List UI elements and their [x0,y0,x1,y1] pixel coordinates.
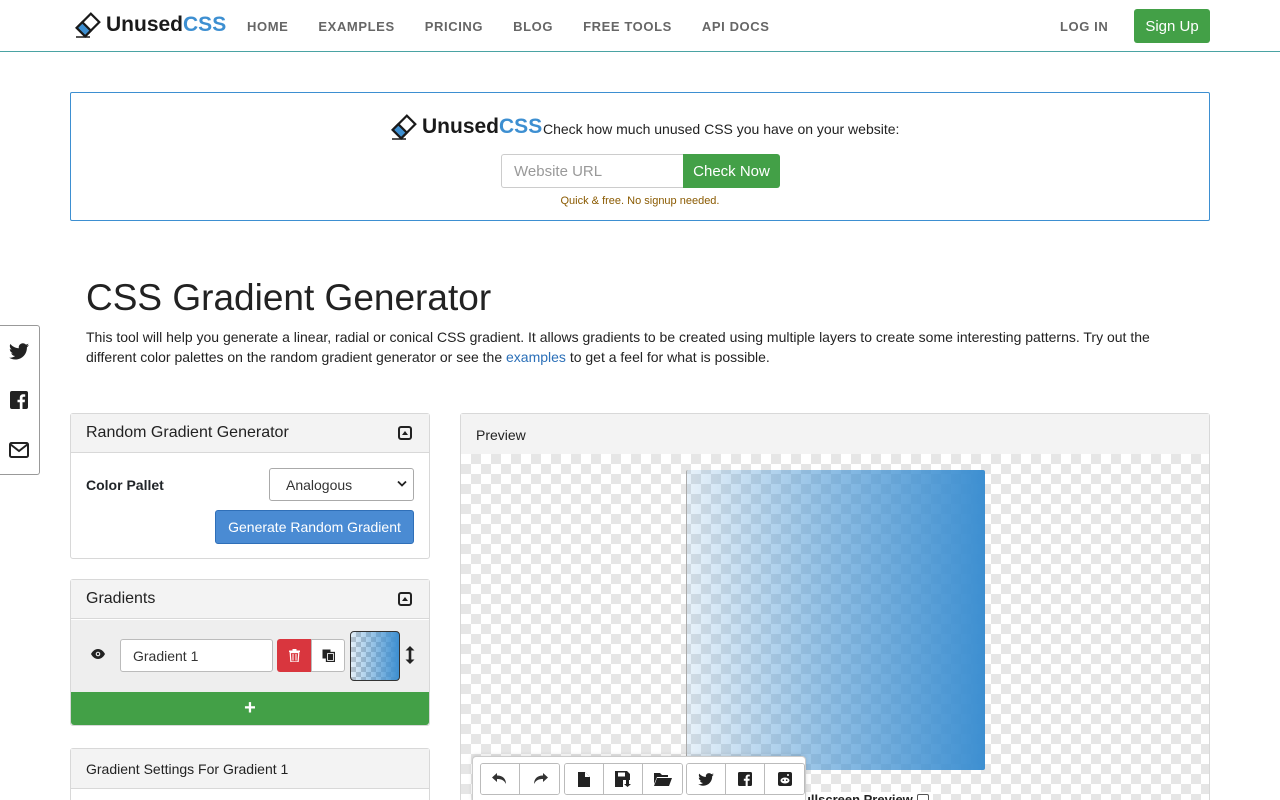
intro-paragraph: This tool will help you generate a linea… [86,327,1196,367]
website-url-input[interactable] [501,154,683,188]
reddit-icon [777,772,792,786]
color-pallet-label: Color Pallet [86,477,164,493]
check-now-button[interactable]: Check Now [683,154,780,188]
file-button-group [564,763,683,795]
logo-text-css: CSS [183,13,227,36]
eraser-logo-icon [75,12,101,38]
share-button-group [686,763,805,795]
random-gradient-card: Random Gradient Generator Color Pallet A… [70,413,430,559]
trash-icon [288,649,300,662]
gradient-preview [686,470,985,770]
save-button[interactable] [604,764,643,794]
gradient-settings-card: Gradient Settings For Gradient 1 [70,748,430,800]
nav-link-api-docs[interactable]: API DOCS [702,19,770,34]
promo-logo[interactable]: Unused CSS [390,113,542,141]
card-header: Gradients [71,580,429,619]
card-title: Gradient Settings For Gradient 1 [86,761,289,777]
redo-icon [533,773,548,784]
card-title: Gradients [86,590,156,607]
new-file-icon [578,771,590,787]
twitter-icon[interactable] [9,341,29,361]
login-link[interactable]: LOG IN [1060,19,1108,34]
logo-text-css: CSS [499,115,543,138]
history-button-group [480,763,560,795]
nav-link-free-tools[interactable]: FREE TOOLS [583,19,672,34]
share-twitter-button[interactable] [687,764,726,794]
facebook-icon [738,772,752,786]
promo-note: Quick & free. No signup needed. [560,195,720,207]
open-button[interactable] [643,764,682,794]
undo-icon [492,773,506,784]
editor-toolbar [472,756,806,800]
undo-button[interactable] [481,764,520,794]
chevron-down-icon [397,480,407,487]
redo-button[interactable] [520,764,559,794]
facebook-icon[interactable] [9,390,29,410]
twitter-icon [698,772,714,786]
copy-icon [322,649,335,662]
collapse-icon[interactable] [398,426,412,440]
fullscreen-checkbox[interactable] [916,794,929,800]
promo-banner: Unused CSS Check how much unused CSS you … [70,92,1210,221]
save-icon [615,771,631,787]
duplicate-gradient-button[interactable] [311,639,345,672]
email-icon[interactable] [9,440,29,460]
select-value: Analogous [286,476,353,493]
gradient-list-item [71,620,429,692]
card-header: Preview [461,414,1209,455]
nav-link-pricing[interactable]: PRICING [425,19,483,34]
preview-card: Preview Fullscreen Preview [460,413,1210,800]
eye-icon[interactable] [91,646,105,664]
signup-button[interactable]: Sign Up [1134,9,1210,43]
open-folder-icon [653,773,672,786]
card-title: Preview [476,427,526,443]
examples-link[interactable]: examples [506,349,566,365]
share-reddit-button[interactable] [765,764,804,794]
generate-random-gradient-button[interactable]: Generate Random Gradient [215,510,414,544]
nav-link-home[interactable]: HOME [247,19,288,34]
card-title: Random Gradient Generator [86,424,289,441]
logo-text-unused: Unused [422,115,500,138]
card-header: Gradient Settings For Gradient 1 [71,749,429,789]
gradient-name-input[interactable] [120,639,273,672]
social-share-sidebar [0,325,40,475]
top-navbar: Unused CSS HOME EXAMPLES PRICING BLOG FRE… [0,0,1280,52]
site-logo[interactable]: Unused CSS [74,11,226,39]
logo-text-unused: Unused [106,13,184,36]
preview-canvas: Fullscreen Preview [461,454,1209,800]
page-title: CSS Gradient Generator [86,277,492,318]
nav-link-examples[interactable]: EXAMPLES [318,19,394,34]
fullscreen-preview-toggle[interactable]: Fullscreen Preview [791,792,933,800]
color-pallet-select[interactable]: Analogous [269,468,414,501]
promo-text: Check how much unused CSS you have on yo… [543,121,900,137]
add-gradient-button[interactable]: + [71,692,429,725]
collapse-icon[interactable] [398,592,412,606]
new-file-button[interactable] [565,764,604,794]
intro-text-end: to get a feel for what is possible. [565,349,770,365]
drag-handle-icon[interactable] [405,646,415,669]
eraser-logo-icon [391,114,417,140]
card-header: Random Gradient Generator [71,414,429,453]
nav-links: HOME EXAMPLES PRICING BLOG FREE TOOLS AP… [247,19,800,34]
gradient-swatch[interactable] [350,631,400,681]
nav-link-blog[interactable]: BLOG [513,19,553,34]
share-facebook-button[interactable] [726,764,765,794]
gradients-card: Gradients + [70,579,430,726]
delete-gradient-button[interactable] [277,639,311,672]
fullscreen-label: Fullscreen Preview [795,792,913,800]
